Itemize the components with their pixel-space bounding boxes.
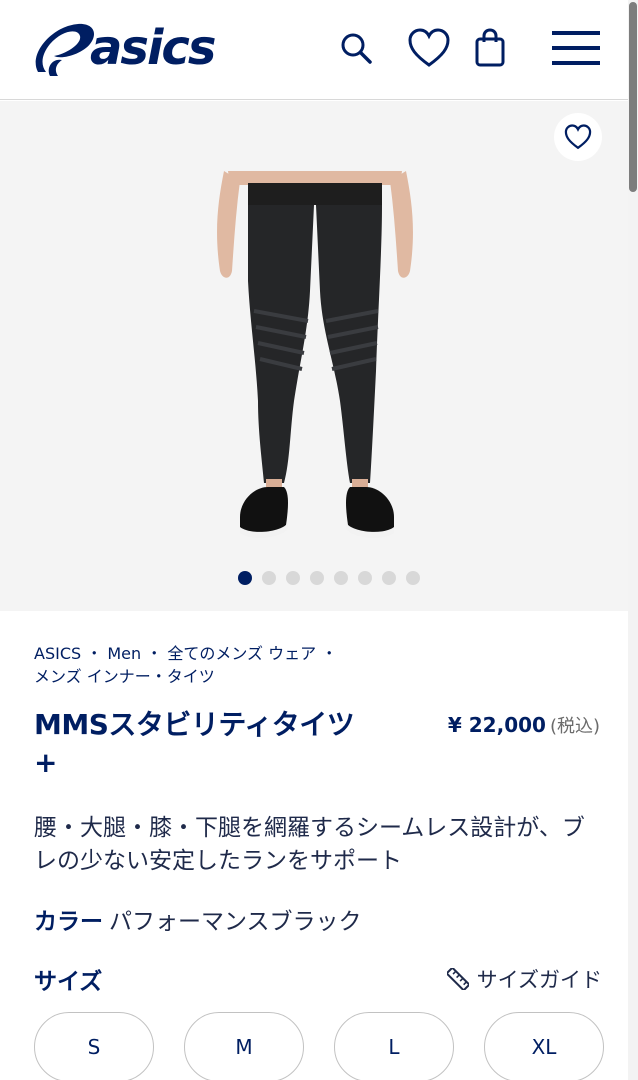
add-to-favorites-button[interactable] — [554, 113, 602, 161]
breadcrumb: ASICS ・ Men ・ 全てのメンズ ウェア ・ メンズ インナー・タイツ — [34, 642, 454, 688]
pagination-dot[interactable] — [262, 571, 276, 585]
size-guide-label: サイズガイド — [476, 968, 602, 992]
size-option-s[interactable]: S — [34, 1012, 154, 1080]
size-option-xl[interactable]: XL — [484, 1012, 604, 1080]
product-description: 腰・大腿・膝・下腿を網羅するシームレス設計が、ブレの少ない安定したランをサポート — [34, 815, 585, 874]
color-row: カラー パフォーマンスブラック — [34, 902, 362, 936]
breadcrumb-item[interactable]: メンズ インナー・タイツ — [34, 667, 215, 686]
gallery-pagination — [0, 571, 628, 585]
product-price: ¥ 22,000 (税込) — [448, 712, 600, 738]
pagination-dot[interactable] — [238, 571, 252, 585]
heart-outline-icon — [564, 124, 592, 150]
breadcrumb-separator: ・ — [146, 644, 163, 663]
breadcrumb-separator: ・ — [86, 644, 103, 663]
pagination-dot[interactable] — [334, 571, 348, 585]
search-icon[interactable] — [332, 24, 380, 72]
breadcrumb-item[interactable]: 全てのメンズ ウェア — [167, 644, 316, 663]
pagination-dot[interactable] — [382, 571, 396, 585]
heart-icon[interactable] — [405, 24, 453, 72]
pagination-dot[interactable] — [286, 571, 300, 585]
menu-icon[interactable] — [552, 24, 600, 72]
size-label: サイズ — [34, 969, 103, 995]
size-option-m[interactable]: M — [184, 1012, 304, 1080]
pagination-dot[interactable] — [310, 571, 324, 585]
scrollbar-thumb[interactable] — [629, 2, 637, 192]
asics-logo[interactable]: asics — [32, 16, 228, 82]
pagination-dot[interactable] — [358, 571, 372, 585]
breadcrumb-separator: ・ — [321, 644, 338, 663]
breadcrumb-item[interactable]: Men — [107, 644, 141, 663]
asics-stripe-logo-icon — [35, 23, 94, 76]
tax-note: (税込) — [549, 716, 600, 737]
product-title: MMSスタビリティタイツ+ — [34, 708, 355, 779]
size-option-l[interactable]: L — [334, 1012, 454, 1080]
brand-wordmark: asics — [90, 20, 216, 76]
product-gallery[interactable] — [0, 101, 628, 611]
page-scrollbar[interactable] — [628, 0, 638, 1080]
product-image-tights[interactable] — [210, 171, 420, 551]
site-header: asics — [0, 0, 638, 100]
shopping-bag-icon[interactable] — [466, 24, 514, 72]
size-guide-link[interactable]: サイズガイド — [446, 964, 602, 994]
price-value: ¥ 22,000 — [447, 713, 546, 737]
color-label: カラー — [34, 909, 103, 935]
pagination-dot[interactable] — [406, 571, 420, 585]
color-value: パフォーマンスブラック — [109, 909, 362, 935]
ruler-icon — [446, 968, 469, 990]
breadcrumb-item[interactable]: ASICS — [34, 644, 81, 663]
